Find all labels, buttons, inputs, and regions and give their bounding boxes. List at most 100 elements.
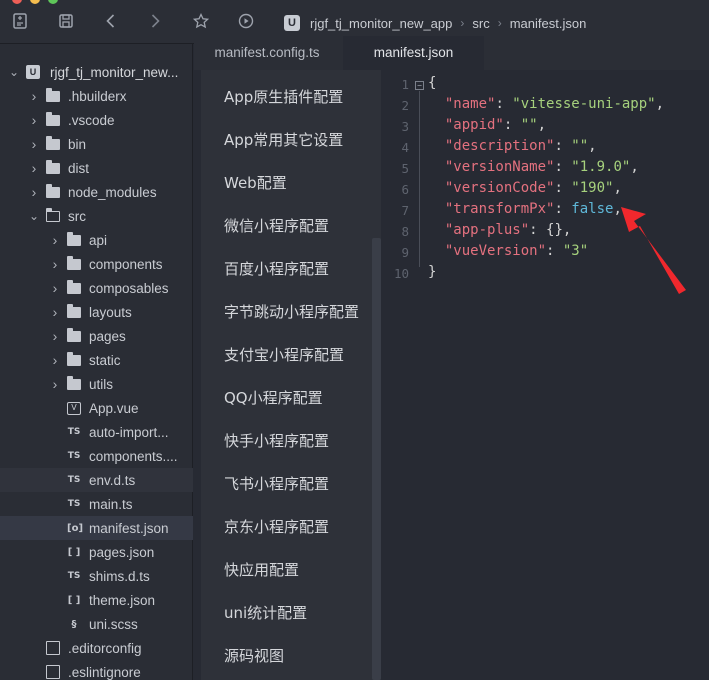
code-line[interactable]: } [428, 264, 436, 280]
tree-item-label: App.vue [89, 400, 139, 416]
tree-item-label: api [89, 232, 108, 248]
tree-file[interactable]: TS components.... [0, 444, 193, 468]
maximize-window-icon[interactable] [48, 0, 58, 4]
folder-icon [46, 159, 60, 174]
tree-item-label: layouts [89, 304, 132, 320]
chevron-right-icon[interactable]: › [49, 304, 61, 320]
chevron-down-icon[interactable]: ⌄ [28, 209, 40, 223]
chevron-right-icon[interactable]: › [28, 160, 40, 176]
code-line[interactable]: "description": "", [428, 138, 597, 154]
typescript-file-icon: TS [67, 499, 81, 509]
chevron-right-icon[interactable]: › [49, 232, 61, 248]
tree-folder[interactable]: › bin [0, 132, 193, 156]
tree-file[interactable]: TS auto-import... [0, 420, 193, 444]
folder-icon [67, 351, 81, 366]
tree-item-label: components [89, 256, 163, 272]
config-menu-item[interactable]: 源码视图 [224, 645, 284, 666]
chevron-right-icon[interactable]: › [28, 112, 40, 128]
back-icon[interactable] [101, 12, 121, 32]
line-number: 9 [401, 245, 409, 260]
close-window-icon[interactable] [12, 0, 22, 4]
chevron-down-icon[interactable]: ⌄ [8, 65, 20, 79]
tree-item-label: uni.scss [89, 616, 138, 632]
chevron-right-icon[interactable]: › [49, 352, 61, 368]
config-menu-item[interactable]: QQ小程序配置 [224, 387, 323, 408]
code-line[interactable]: "transformPx": false, [428, 201, 622, 217]
config-menu-item[interactable]: 百度小程序配置 [224, 258, 329, 279]
folder-icon [67, 327, 81, 342]
config-menu-item[interactable]: Web配置 [224, 172, 287, 193]
tree-folder[interactable]: › .hbuilderx [0, 84, 193, 108]
tree-project[interactable]: ⌄ Urjgf_tj_monitor_new... [0, 60, 193, 84]
code-line[interactable]: "versionCode": "190", [428, 180, 622, 196]
tree-folder[interactable]: › static [0, 348, 193, 372]
code-token: "1.9.0" [571, 159, 631, 175]
config-menu-item[interactable]: uni统计配置 [224, 602, 307, 623]
breadcrumb-folder[interactable]: src [472, 16, 489, 31]
forward-icon[interactable] [145, 12, 165, 32]
tree-file[interactable]: [ ] pages.json [0, 540, 193, 564]
tree-folder[interactable]: › pages [0, 324, 193, 348]
line-number: 1 [401, 77, 409, 92]
tree-folder[interactable]: › layouts [0, 300, 193, 324]
breadcrumb-file[interactable]: manifest.json [510, 16, 587, 31]
code-token: , [537, 117, 547, 133]
tab-manifest-config-ts[interactable]: manifest.config.ts [194, 36, 340, 70]
tree-file[interactable]: TS shims.d.ts [0, 564, 193, 588]
tree-folder[interactable]: › .vscode [0, 108, 193, 132]
tree-folder[interactable]: › node_modules [0, 180, 193, 204]
tree-file[interactable]: .eslintignore [0, 660, 193, 680]
code-line[interactable]: { [428, 75, 436, 91]
save-icon[interactable] [56, 12, 76, 32]
tree-file[interactable]: TS env.d.ts [0, 468, 193, 492]
code-line[interactable]: "appid": "", [428, 117, 546, 133]
tree-item-label: rjgf_tj_monitor_new... [50, 64, 179, 80]
config-menu-item[interactable]: App原生插件配置 [224, 86, 343, 107]
chevron-right-icon[interactable]: › [28, 136, 40, 152]
chevron-right-icon[interactable]: › [49, 376, 61, 392]
chevron-right-icon[interactable]: › [49, 256, 61, 272]
fold-toggle-icon[interactable]: − [415, 81, 424, 90]
breadcrumb-project[interactable]: rjgf_tj_monitor_new_app [310, 16, 452, 31]
config-menu-item[interactable]: 微信小程序配置 [224, 215, 329, 236]
config-menu-item[interactable]: App常用其它设置 [224, 129, 343, 150]
config-menu-item[interactable]: 京东小程序配置 [224, 516, 329, 537]
config-menu-item[interactable]: 字节跳动小程序配置 [224, 301, 359, 322]
config-menu-item[interactable]: 支付宝小程序配置 [224, 344, 344, 365]
code-token: } [428, 264, 437, 280]
tree-file[interactable]: .editorconfig [0, 636, 193, 660]
minimize-window-icon[interactable] [30, 0, 40, 4]
tree-folder[interactable]: › api [0, 228, 193, 252]
chevron-right-icon[interactable]: › [49, 328, 61, 344]
tree-file[interactable]: § uni.scss [0, 612, 193, 636]
star-icon[interactable] [191, 12, 211, 32]
chevron-right-icon[interactable]: › [28, 88, 40, 104]
new-file-icon[interactable] [10, 12, 30, 32]
code-token: "versionName" [428, 159, 555, 175]
chevron-right-icon[interactable]: › [49, 280, 61, 296]
tree-folder[interactable]: › composables [0, 276, 193, 300]
tree-file[interactable]: V App.vue [0, 396, 193, 420]
tree-file[interactable]: TS main.ts [0, 492, 193, 516]
code-line[interactable]: "versionName": "1.9.0", [428, 159, 639, 175]
tree-folder[interactable]: ⌄ src [0, 204, 193, 228]
folder-open-icon [46, 207, 60, 222]
run-icon[interactable] [236, 12, 256, 32]
code-line[interactable]: "vueVersion": "3" [428, 243, 588, 259]
config-menu-item[interactable]: 快应用配置 [224, 559, 299, 580]
code-line[interactable]: "app-plus": {}, [428, 222, 571, 238]
tree-file[interactable]: [ ] theme.json [0, 588, 193, 612]
code-line[interactable]: "name": "vitesse-uni-app", [428, 96, 664, 112]
tree-folder[interactable]: › dist [0, 156, 193, 180]
tab-manifest-json[interactable]: manifest.json [343, 36, 484, 70]
chevron-right-icon[interactable]: › [28, 184, 40, 200]
code-token: : [546, 243, 563, 259]
config-menu-item[interactable]: 飞书小程序配置 [224, 473, 329, 494]
tree-file[interactable]: [o] manifest.json [0, 516, 193, 540]
code-token: "versionCode" [428, 180, 555, 196]
config-menu-item[interactable]: 快手小程序配置 [224, 430, 329, 451]
code-editor[interactable]: − 1 {2 "name": "vitesse-uni-app", 3 "appid… [381, 70, 709, 680]
config-menu-scrollbar[interactable] [372, 238, 381, 680]
tree-folder[interactable]: › utils [0, 372, 193, 396]
tree-folder[interactable]: › components [0, 252, 193, 276]
